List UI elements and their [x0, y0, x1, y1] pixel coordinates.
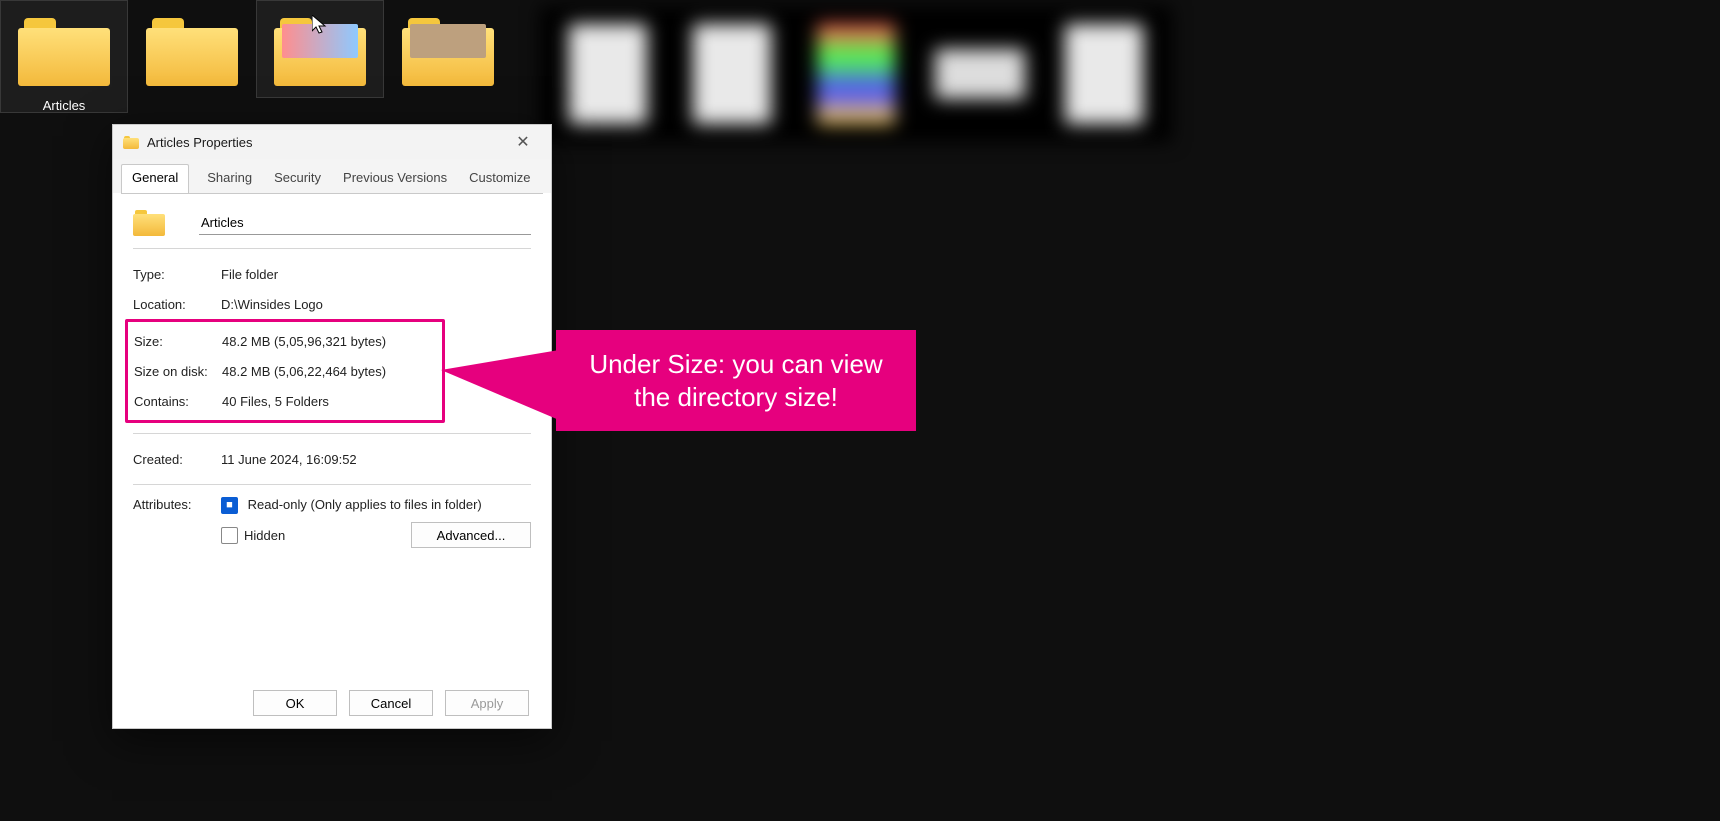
- divider: [133, 484, 531, 485]
- hidden-label: Hidden: [244, 528, 285, 543]
- created-label: Created:: [133, 452, 221, 467]
- tab-general[interactable]: General: [121, 164, 189, 194]
- size-label: Size:: [134, 334, 222, 349]
- callout-arrow-icon: [441, 350, 569, 430]
- size-highlight-box: Size: 48.2 MB (5,05,96,321 bytes) Size o…: [125, 319, 445, 423]
- close-button[interactable]: ✕: [503, 128, 543, 156]
- readonly-label: Read-only (Only applies to files in fold…: [248, 497, 482, 512]
- folder-icon: [133, 210, 165, 236]
- location-label: Location:: [133, 297, 221, 312]
- contains-row: Contains: 40 Files, 5 Folders: [134, 386, 436, 416]
- size-on-disk-value: 48.2 MB (5,06,22,464 bytes): [222, 364, 436, 379]
- tab-customize[interactable]: Customize: [465, 164, 534, 194]
- readonly-checkbox[interactable]: ■: [221, 497, 238, 514]
- folder-icon: [18, 18, 110, 86]
- tab-security[interactable]: Security: [270, 164, 325, 194]
- desktop-folder[interactable]: [128, 0, 256, 98]
- advanced-button[interactable]: Advanced...: [411, 522, 531, 548]
- desktop-folder[interactable]: [256, 0, 384, 98]
- folder-icon: [274, 18, 366, 86]
- ok-button[interactable]: OK: [253, 690, 337, 716]
- dialog-title: Articles Properties: [147, 135, 503, 150]
- desktop-folder-articles[interactable]: Articles: [0, 0, 128, 113]
- tab-general-pane: Type: File folder Location: D:\Winsides …: [121, 193, 543, 728]
- dialog-button-row: OK Cancel Apply: [253, 690, 529, 716]
- dialog-tabs: General Sharing Security Previous Versio…: [113, 159, 551, 193]
- attributes-label: Attributes:: [133, 497, 221, 512]
- created-row: Created: 11 June 2024, 16:09:52: [133, 444, 531, 474]
- folder-icon: [146, 18, 238, 86]
- tab-previous-versions[interactable]: Previous Versions: [339, 164, 451, 194]
- type-label: Type:: [133, 267, 221, 282]
- contains-value: 40 Files, 5 Folders: [222, 394, 436, 409]
- blurred-thumbnails: [540, 6, 1172, 142]
- desktop-item-label: Articles: [0, 98, 128, 113]
- folder-name-input[interactable]: [199, 211, 531, 235]
- type-row: Type: File folder: [133, 259, 531, 289]
- apply-button[interactable]: Apply: [445, 690, 529, 716]
- location-row: Location: D:\Winsides Logo: [133, 289, 531, 319]
- tab-sharing[interactable]: Sharing: [203, 164, 256, 194]
- callout-text: Under Size: you can view the directory s…: [589, 349, 882, 412]
- folder-icon: [123, 136, 139, 149]
- cancel-button[interactable]: Cancel: [349, 690, 433, 716]
- dialog-titlebar[interactable]: Articles Properties ✕: [113, 125, 551, 159]
- size-on-disk-label: Size on disk:: [134, 364, 222, 379]
- checkmark-icon: ■: [226, 500, 233, 511]
- desktop-folder[interactable]: [384, 0, 512, 98]
- created-value: 11 June 2024, 16:09:52: [221, 452, 531, 467]
- location-value: D:\Winsides Logo: [221, 297, 531, 312]
- type-value: File folder: [221, 267, 531, 282]
- close-icon: ✕: [516, 132, 529, 152]
- divider: [133, 433, 531, 434]
- annotation-callout: Under Size: you can view the directory s…: [556, 330, 916, 431]
- size-row: Size: 48.2 MB (5,05,96,321 bytes): [134, 326, 436, 356]
- size-value: 48.2 MB (5,05,96,321 bytes): [222, 334, 436, 349]
- contains-label: Contains:: [134, 394, 222, 409]
- folder-icon: [402, 18, 494, 86]
- attributes-row: Attributes: ■ Read-only (Only applies to…: [133, 495, 531, 550]
- divider: [133, 248, 531, 249]
- size-on-disk-row: Size on disk: 48.2 MB (5,06,22,464 bytes…: [134, 356, 436, 386]
- hidden-checkbox[interactable]: [221, 527, 238, 544]
